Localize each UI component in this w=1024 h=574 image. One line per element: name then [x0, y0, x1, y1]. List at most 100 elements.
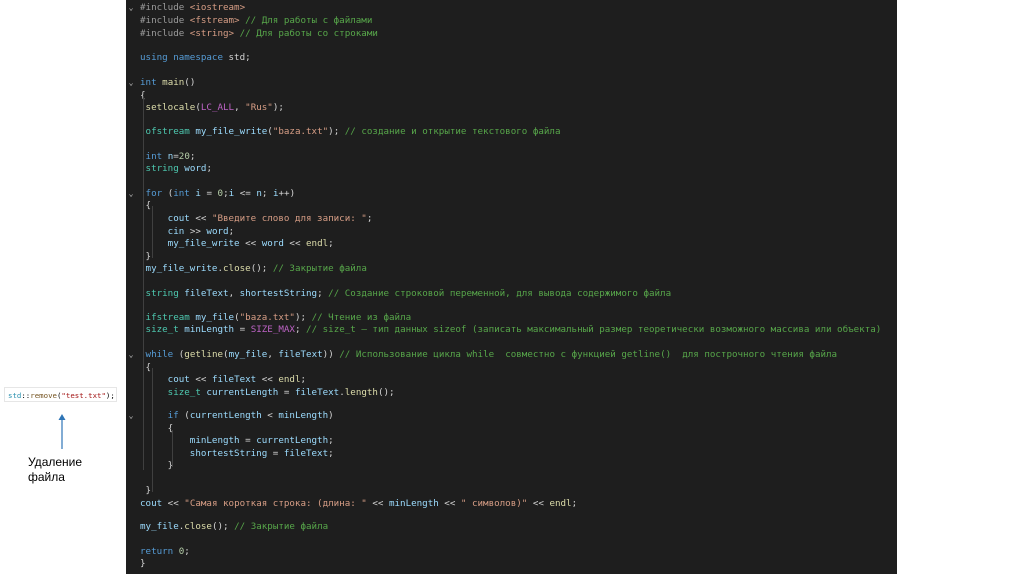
fold-toggle-icon[interactable]: ⌄	[126, 76, 136, 89]
code-token: close	[184, 521, 212, 532]
code-line[interactable]: cout << "Самая короткая строка: (длина: …	[126, 497, 897, 510]
code-token: <<	[366, 498, 389, 509]
code-token: my_file	[195, 312, 235, 323]
code-token: "Rus"	[245, 102, 273, 113]
code-token: ;	[206, 163, 212, 174]
code-text: my_file.close(); // Закрытие файла	[140, 520, 328, 533]
code-line[interactable]: {	[126, 199, 897, 212]
code-token: ;	[261, 188, 273, 199]
code-token: endl	[278, 374, 301, 385]
code-token: minLength	[388, 498, 439, 509]
code-text: cout << fileText << endl;	[140, 373, 306, 386]
code-token: string	[145, 288, 179, 299]
code-token: my_file	[228, 349, 268, 360]
code-token: word	[206, 226, 229, 237]
code-token: shortestString	[189, 448, 268, 459]
code-text: if (currentLength < minLength)	[140, 409, 334, 422]
indent-guide	[152, 368, 153, 492]
code-token: cout	[140, 498, 163, 509]
code-token: main	[162, 77, 185, 88]
code-text: my_file_write.close(); // Закрытие файла	[140, 262, 367, 275]
code-line[interactable]: my_file_write << word << endl;	[126, 237, 897, 250]
code-token: SIZE_MAX	[250, 324, 295, 335]
code-token: =	[267, 448, 284, 459]
code-line[interactable]: setlocale(LC_ALL, "Rus");	[126, 101, 897, 114]
code-token: fileText	[283, 448, 329, 459]
fold-toggle-icon[interactable]: ⌄	[126, 348, 136, 361]
code-token: currentLength	[206, 387, 279, 398]
code-token: // Для работы со строками	[234, 28, 378, 39]
code-token: #include	[140, 28, 190, 39]
code-line[interactable]: size_t minLength = SIZE_MAX; // size_t –…	[126, 323, 897, 336]
code-line[interactable]: my_file_write.close(); // Закрытие файла	[126, 262, 897, 275]
code-token: while	[145, 349, 174, 360]
code-token: // Для работы с файлами	[239, 15, 373, 26]
code-text: size_t currentLength = fileText.length()…	[140, 386, 395, 399]
fold-toggle-icon[interactable]: ⌄	[126, 409, 136, 422]
code-line[interactable]: ofstream my_file_write("baza.txt"); // с…	[126, 125, 897, 138]
code-editor[interactable]: ⌄ #include <iostream> #include <fstream> /…	[126, 0, 897, 574]
code-token: size_t	[167, 387, 201, 398]
code-token: ,	[228, 288, 240, 299]
code-line[interactable]: }	[126, 557, 897, 570]
code-token: " символов)"	[460, 498, 528, 509]
code-token: ();	[250, 263, 273, 274]
code-line[interactable]: }	[126, 459, 897, 472]
code-text: minLength = currentLength;	[140, 434, 334, 447]
code-token: ;	[294, 324, 307, 335]
code-token: currentLength	[189, 410, 262, 421]
code-line[interactable]: ⌄ int main()	[126, 76, 897, 89]
code-token: ;	[300, 374, 307, 385]
code-token: endl	[306, 238, 329, 249]
up-arrow-icon	[58, 414, 66, 449]
code-token: // size_t – тип данных sizeof (записать …	[306, 324, 882, 335]
code-token: // Закрытие файла	[234, 521, 329, 532]
code-token: ();	[377, 387, 395, 398]
code-token: setlocale	[145, 102, 196, 113]
code-token: ,	[267, 349, 279, 360]
code-line[interactable]: string fileText, shortestString; // Созд…	[126, 287, 897, 300]
code-token: word	[261, 238, 284, 249]
snippet-scope-operator: ::	[21, 391, 31, 400]
code-line[interactable]: #include <string> // Для работы со строк…	[126, 27, 897, 40]
code-text: size_t minLength = SIZE_MAX; // size_t –…	[140, 323, 882, 336]
code-token: ifstream	[145, 312, 190, 323]
code-token: int	[173, 188, 190, 199]
code-text: #include <string> // Для работы со строк…	[140, 27, 378, 40]
code-token: // Закрытие файла	[272, 263, 367, 274]
code-line[interactable]: #include <fstream> // Для работы с файла…	[126, 14, 897, 27]
code-token: for	[145, 188, 163, 199]
code-line[interactable]: ⌄ while (getline(my_file, fileText)) // …	[126, 348, 897, 361]
code-token: // создание и открытие текстового файла	[344, 126, 561, 137]
code-token: // Чтение из файла	[311, 312, 412, 323]
code-line[interactable]: ⌄ #include <iostream>	[126, 1, 897, 14]
code-token: <fstream>	[189, 15, 240, 26]
code-token: }	[140, 485, 152, 496]
snippet-close: );	[105, 391, 115, 400]
code-token: ;	[328, 238, 334, 249]
code-token: ;	[184, 546, 190, 557]
code-line[interactable]: }	[126, 484, 897, 497]
code-line[interactable]: minLength = currentLength;	[126, 434, 897, 447]
code-line[interactable]: string word;	[126, 162, 897, 175]
code-text: int main()	[140, 76, 195, 89]
code-token: #include	[140, 2, 190, 13]
code-token: ;	[571, 498, 578, 509]
code-line[interactable]: size_t currentLength = fileText.length()…	[126, 386, 897, 399]
code-line[interactable]: using namespace std;	[126, 51, 897, 64]
code-token: cout	[167, 213, 190, 224]
code-line[interactable]: ⌄ if (currentLength < minLength)	[126, 409, 897, 422]
code-token: <	[261, 410, 279, 421]
fold-toggle-icon[interactable]: ⌄	[126, 1, 136, 14]
code-text: #include <iostream>	[140, 1, 245, 14]
code-line[interactable]: my_file.close(); // Закрытие файла	[126, 520, 897, 533]
code-token: "baza.txt"	[272, 126, 329, 137]
code-token: "Введите слово для записи: "	[211, 213, 367, 224]
code-token: }	[140, 251, 152, 262]
code-token: LC_ALL	[200, 102, 235, 113]
code-token: my_file	[140, 521, 179, 532]
code-line[interactable]: cout << "Введите слово для записи: ";	[126, 212, 897, 225]
code-line[interactable]: cout << fileText << endl;	[126, 373, 897, 386]
